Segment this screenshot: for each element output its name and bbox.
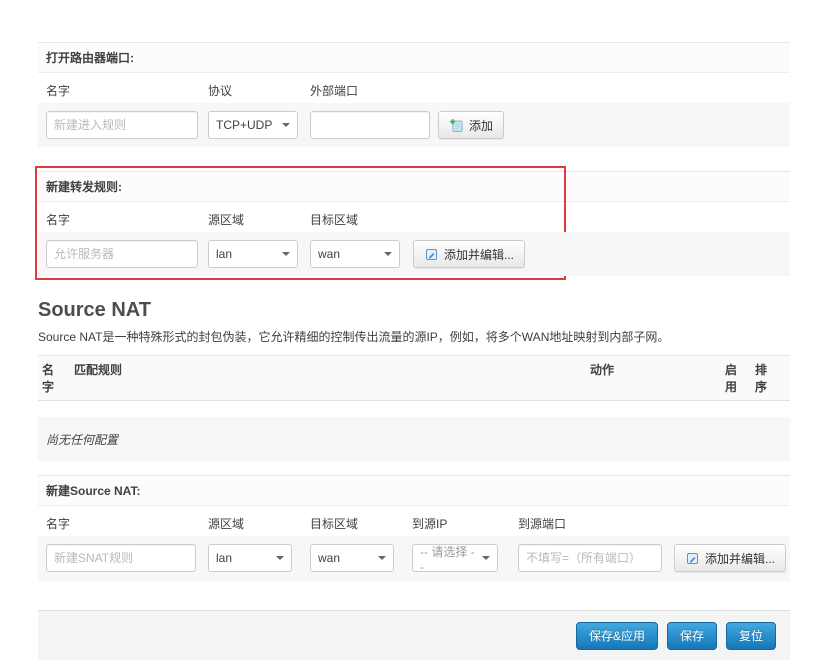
reset-button[interactable]: 复位 bbox=[726, 622, 776, 650]
snat-add-and-edit-button-label: 添加并编辑... bbox=[705, 550, 775, 567]
add-button-label: 添加 bbox=[469, 117, 493, 134]
snat-empty-message: 尚无任何配置 bbox=[38, 417, 790, 461]
snat-name-input[interactable] bbox=[46, 544, 196, 572]
column-label-dest-zone: 目标区域 bbox=[310, 515, 358, 532]
section-new-snat-title: 新建Source NAT: bbox=[38, 476, 790, 506]
snat-header-enable: 启用 bbox=[725, 362, 739, 396]
snat-to-source-ip-select[interactable]: -- 请选择 -- bbox=[412, 544, 498, 572]
column-label-to-source-port: 到源端口 bbox=[518, 515, 566, 532]
open-ports-new-rule-row: TCP+UDP 添加 bbox=[38, 103, 790, 147]
column-label-source-zone: 源区域 bbox=[208, 211, 244, 228]
column-label-name: 名字 bbox=[46, 515, 70, 532]
chevron-down-icon bbox=[282, 123, 290, 127]
source-zone-select[interactable]: lan bbox=[208, 240, 298, 268]
doc-edit-icon bbox=[424, 247, 439, 262]
column-label-dest-zone: 目标区域 bbox=[310, 211, 358, 228]
add-and-edit-button-label: 添加并编辑... bbox=[444, 246, 514, 263]
section-open-ports: 打开路由器端口: 名字 协议 外部端口 TCP+UDP bbox=[38, 42, 790, 147]
snat-header-action: 动作 bbox=[590, 362, 614, 379]
forward-rule-new-row: lan wan 添加并编辑... bbox=[38, 232, 790, 276]
column-label-to-source-ip: 到源IP bbox=[412, 515, 447, 532]
protocol-select-value: TCP+UDP bbox=[216, 118, 272, 132]
section-new-snat: 新建Source NAT: 名字 源区域 目标区域 到源IP 到源端口 lan … bbox=[38, 475, 790, 582]
firewall-settings-page: 打开路由器端口: 名字 协议 外部端口 TCP+UDP bbox=[38, 0, 790, 660]
snat-to-source-ip-value: -- 请选择 -- bbox=[420, 543, 476, 574]
column-label-protocol: 协议 bbox=[208, 82, 232, 99]
dest-zone-select[interactable]: wan bbox=[310, 240, 400, 268]
chevron-down-icon bbox=[276, 556, 284, 560]
add-and-edit-button[interactable]: 添加并编辑... bbox=[413, 240, 525, 268]
source-nat-description: Source NAT是一种特殊形式的封包伪装，它允许精细的控制传出流量的源IP，… bbox=[38, 328, 790, 345]
snat-dest-zone-select[interactable]: wan bbox=[310, 544, 394, 572]
doc-edit-icon bbox=[685, 551, 700, 566]
source-nat-heading: Source NAT bbox=[38, 298, 790, 322]
new-rule-name-input[interactable] bbox=[46, 111, 198, 139]
open-ports-column-headers: 名字 协议 外部端口 bbox=[38, 73, 790, 103]
save-apply-button[interactable]: 保存&应用 bbox=[576, 622, 658, 650]
snat-header-sort: 排序 bbox=[755, 362, 769, 396]
protocol-select[interactable]: TCP+UDP bbox=[208, 111, 298, 139]
column-label-name: 名字 bbox=[46, 82, 70, 99]
snat-add-and-edit-button[interactable]: 添加并编辑... bbox=[674, 544, 786, 572]
chevron-down-icon bbox=[378, 556, 386, 560]
section-forward-rule-title: 新建转发规则: bbox=[38, 172, 790, 202]
snat-to-source-port-input[interactable] bbox=[518, 544, 662, 572]
section-forward-rule: 新建转发规则: 名字 源区域 目标区域 lan wan bbox=[38, 171, 790, 276]
forward-rule-name-input[interactable] bbox=[46, 240, 198, 268]
add-button[interactable]: 添加 bbox=[438, 111, 504, 139]
column-label-external-port: 外部端口 bbox=[310, 82, 358, 99]
dest-zone-select-value: wan bbox=[318, 247, 340, 261]
source-zone-select-value: lan bbox=[216, 247, 232, 261]
chevron-down-icon bbox=[282, 252, 290, 256]
external-port-input[interactable] bbox=[310, 111, 430, 139]
chevron-down-icon bbox=[384, 252, 392, 256]
column-label-source-zone: 源区域 bbox=[208, 515, 244, 532]
forward-rule-column-headers: 名字 源区域 目标区域 bbox=[38, 202, 790, 232]
column-label-name: 名字 bbox=[46, 211, 70, 228]
chevron-down-icon bbox=[482, 556, 490, 560]
footer-action-bar: 保存&应用 保存 复位 bbox=[38, 610, 790, 660]
snat-source-zone-select[interactable]: lan bbox=[208, 544, 292, 572]
note-add-icon bbox=[449, 118, 464, 133]
snat-source-zone-value: lan bbox=[216, 551, 232, 565]
new-snat-column-headers: 名字 源区域 目标区域 到源IP 到源端口 bbox=[38, 506, 790, 536]
section-forward-rule-wrapper: 新建转发规则: 名字 源区域 目标区域 lan wan bbox=[38, 171, 790, 276]
new-snat-row: lan wan -- 请选择 -- 添加并编辑... bbox=[38, 536, 790, 582]
snat-dest-zone-value: wan bbox=[318, 551, 340, 565]
source-nat-table-header: 名字 匹配规则 动作 启用 排序 bbox=[38, 355, 790, 401]
save-button[interactable]: 保存 bbox=[667, 622, 717, 650]
section-open-ports-title: 打开路由器端口: bbox=[38, 43, 790, 73]
snat-header-match: 匹配规则 bbox=[74, 362, 122, 379]
snat-header-name: 名字 bbox=[42, 362, 56, 396]
